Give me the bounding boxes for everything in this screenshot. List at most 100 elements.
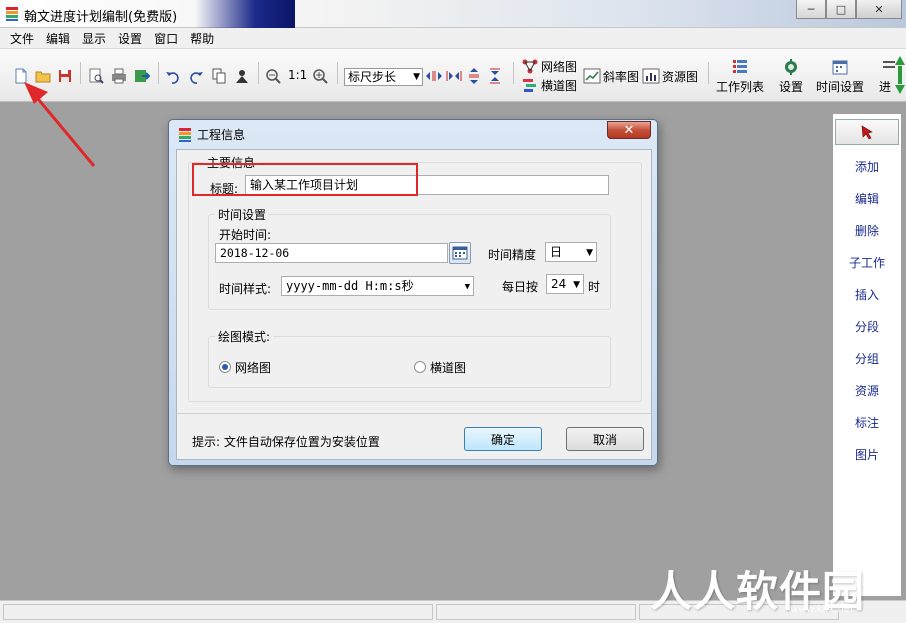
- dialog-title: 工程信息: [197, 128, 246, 142]
- minimize-button[interactable]: ─: [796, 0, 826, 19]
- precision-value: 日: [550, 245, 563, 259]
- close-button[interactable]: ✕: [856, 0, 902, 19]
- shrink-horizontal-icon[interactable]: [445, 67, 463, 85]
- panel-subtask-button[interactable]: 子工作: [833, 254, 901, 271]
- daily-hours-label: 每日按: [502, 280, 539, 294]
- chevron-down-icon: ▼: [586, 248, 593, 258]
- panel-segment-button[interactable]: 分段: [833, 318, 901, 335]
- toolbar-separator: [708, 62, 709, 84]
- panel-delete-button[interactable]: 删除: [833, 222, 901, 239]
- toolbar-separator: [158, 62, 159, 84]
- progress-button[interactable]: 进: [879, 78, 891, 95]
- network-chart-button[interactable]: 网络图: [541, 58, 577, 75]
- panel-edit-button[interactable]: 编辑: [833, 190, 901, 207]
- window-title: 翰文进度计划编制(免费版): [24, 10, 178, 25]
- zoom-out-icon[interactable]: [264, 67, 282, 85]
- zoom-in-icon[interactable]: [311, 67, 329, 85]
- daily-hours-value: 24: [551, 277, 567, 291]
- print-preview-icon[interactable]: [87, 67, 105, 85]
- toolbar-separator: [258, 62, 259, 84]
- step-combo-value: 标尺步长: [348, 70, 397, 84]
- hint-text: 提示: 文件自动保存位置为安装位置: [192, 435, 380, 449]
- expand-horizontal-icon[interactable]: [425, 67, 443, 85]
- slope-chart-icon: [583, 68, 601, 84]
- time-format-label: 时间样式:: [219, 282, 272, 296]
- menu-view[interactable]: 显示: [76, 30, 112, 47]
- toolbar-overflow-arrows[interactable]: [894, 54, 906, 96]
- network-mode-radio[interactable]: [219, 361, 231, 373]
- panel-add-button[interactable]: 添加: [833, 158, 901, 175]
- panel-resource-button[interactable]: 资源: [833, 382, 901, 399]
- work-list-icon: [733, 60, 747, 73]
- settings-button[interactable]: 设置: [779, 78, 803, 95]
- hours-unit-label: 时: [588, 280, 601, 294]
- bar-chart-icon: [523, 79, 536, 92]
- precision-select[interactable]: 日 ▼: [545, 242, 597, 262]
- print-icon[interactable]: [110, 67, 128, 85]
- select-pointer-button[interactable]: [835, 119, 899, 145]
- status-cell: [436, 604, 636, 620]
- bar-mode-radio[interactable]: [414, 361, 426, 373]
- panel-insert-button[interactable]: 插入: [833, 286, 901, 303]
- daily-hours-select[interactable]: 24 ▼: [546, 274, 584, 294]
- calendar-icon: [832, 60, 848, 75]
- redo-icon[interactable]: [187, 67, 205, 85]
- chevron-down-icon: ▼: [464, 282, 470, 292]
- expand-vertical-icon[interactable]: [465, 67, 483, 85]
- bar-chart-button[interactable]: 横道图: [541, 77, 577, 94]
- maximize-button[interactable]: □: [826, 0, 856, 19]
- drawing-mode-group-title: 绘图模式:: [215, 328, 274, 345]
- network-mode-label[interactable]: 网络图: [235, 359, 271, 376]
- dialog-close-button[interactable]: ✕: [607, 121, 651, 139]
- zoom-reset-button[interactable]: 1:1: [288, 68, 307, 82]
- panel-group-button[interactable]: 分组: [833, 350, 901, 367]
- menu-settings[interactable]: 设置: [112, 30, 148, 47]
- time-format-value: yyyy-mm-dd H:m:s秒: [286, 279, 414, 293]
- open-folder-icon[interactable]: [34, 67, 52, 85]
- menu-edit[interactable]: 编辑: [40, 30, 76, 47]
- toolbar-separator: [513, 62, 514, 84]
- time-settings-button[interactable]: 时间设置: [816, 78, 864, 95]
- menu-file[interactable]: 文件: [4, 30, 40, 47]
- chevron-down-icon: ▼: [573, 280, 580, 290]
- new-file-icon[interactable]: [12, 67, 30, 85]
- menu-help[interactable]: 帮助: [184, 30, 220, 47]
- calendar-icon: [452, 246, 468, 260]
- divider: [177, 413, 651, 414]
- work-list-button[interactable]: 工作列表: [716, 78, 764, 95]
- cursor-arrow-icon: [861, 125, 873, 140]
- highlight-box: [192, 163, 418, 196]
- cancel-button[interactable]: 取消: [566, 427, 644, 451]
- start-time-label: 开始时间:: [219, 228, 272, 242]
- title-bar: 翰文进度计划编制(免费版) ─ □ ✕: [0, 0, 906, 28]
- app-icon: [6, 7, 18, 21]
- shrink-vertical-icon[interactable]: [486, 67, 504, 85]
- step-combo[interactable]: 标尺步长 ▼: [344, 68, 423, 86]
- panel-annotate-button[interactable]: 标注: [833, 414, 901, 431]
- resource-chart-button[interactable]: 资源图: [662, 68, 698, 85]
- menu-bar: 文件 编辑 显示 设置 窗口 帮助: [0, 28, 906, 49]
- start-time-input[interactable]: 2018-12-06: [215, 243, 448, 263]
- chevron-down-icon: ▼: [413, 72, 420, 82]
- precision-label: 时间精度: [488, 248, 537, 262]
- resource-chart-icon: [642, 68, 660, 84]
- undo-icon[interactable]: [164, 67, 182, 85]
- status-cell: [3, 604, 433, 620]
- ok-button[interactable]: 确定: [464, 427, 542, 451]
- slope-chart-button[interactable]: 斜率图: [603, 68, 639, 85]
- export-icon[interactable]: [133, 67, 151, 85]
- right-tool-panel: 添加 编辑 删除 子工作 插入 分段 分组 资源 标注 图片: [832, 113, 902, 597]
- time-settings-group-title: 时间设置: [215, 206, 270, 223]
- bar-mode-label[interactable]: 横道图: [430, 359, 466, 376]
- watermark-url: www.kkx.net: [790, 604, 854, 615]
- copy-icon[interactable]: [210, 67, 228, 85]
- save-icon[interactable]: [56, 67, 74, 85]
- dialog-app-icon: [179, 128, 191, 142]
- time-format-select[interactable]: yyyy-mm-dd H:m:s秒 ▼: [281, 276, 474, 296]
- network-chart-icon: [522, 59, 538, 74]
- find-person-icon[interactable]: [233, 67, 251, 85]
- title-gradient: [195, 0, 295, 28]
- date-picker-button[interactable]: [449, 242, 471, 264]
- panel-image-button[interactable]: 图片: [833, 446, 901, 463]
- menu-window[interactable]: 窗口: [148, 30, 184, 47]
